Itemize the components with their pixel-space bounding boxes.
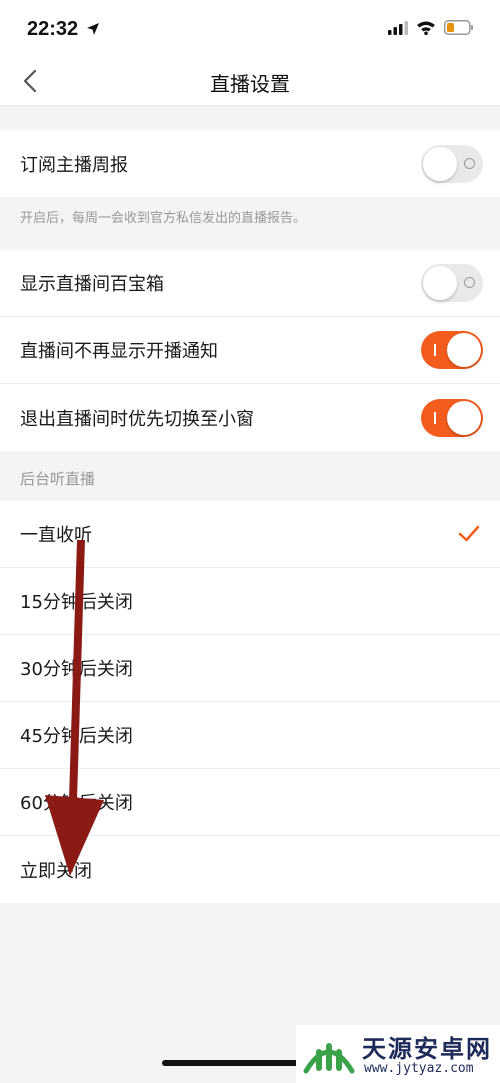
option-label: 30分钟后关闭	[20, 659, 133, 680]
checkmark-icon	[458, 525, 480, 547]
weekly-report-section: 订阅主播周报	[0, 130, 500, 197]
option-60min[interactable]: 60分钟后关闭	[0, 769, 500, 836]
weekly-report-row: 订阅主播周报	[0, 130, 500, 197]
option-label: 45分钟后关闭	[20, 726, 133, 747]
treasure-box-label: 显示直播间百宝箱	[20, 274, 164, 295]
watermark-url: www.jytyaz.com	[364, 1061, 474, 1076]
mini-window-toggle[interactable]	[421, 398, 483, 437]
hide-live-notice-toggle[interactable]	[421, 331, 483, 369]
option-45min[interactable]: 45分钟后关闭	[0, 702, 500, 769]
page-title: 直播设置	[210, 72, 290, 96]
option-label: 立即关闭	[20, 860, 92, 882]
option-15min[interactable]: 15分钟后关闭	[0, 568, 500, 635]
status-icons	[388, 20, 474, 39]
mini-window-label: 退出直播间时优先切换至小窗	[20, 408, 254, 430]
option-close-now[interactable]: 立即关闭	[0, 836, 500, 903]
watermark-logo-icon	[302, 1031, 356, 1081]
hide-live-notice-row: 直播间不再显示开播通知	[0, 317, 500, 384]
option-label: 60分钟后关闭	[20, 793, 133, 814]
hide-live-notice-label: 直播间不再显示开播通知	[20, 341, 218, 362]
battery-low-icon	[444, 20, 474, 39]
watermark: 天源安卓网 www.jytyaz.com	[296, 1025, 500, 1083]
location-arrow-icon	[86, 21, 100, 40]
weekly-report-label: 订阅主播周报	[20, 154, 128, 176]
cellular-signal-icon	[388, 20, 408, 39]
treasure-box-toggle[interactable]	[421, 264, 483, 302]
weekly-report-hint: 开启后，每周一会收到官方私信发出的直播报告。	[20, 211, 307, 226]
background-listen-options: 一直收听 15分钟后关闭 30分钟后关闭 45分钟后关闭 60分钟后关闭 立即关…	[0, 501, 500, 903]
mini-window-row: 退出直播间时优先切换至小窗	[0, 384, 500, 451]
option-label: 15分钟后关闭	[20, 592, 133, 613]
watermark-name: 天源安卓网	[362, 1035, 492, 1063]
nav-bar: 直播设置	[0, 58, 500, 106]
status-time: 22:32	[27, 18, 79, 40]
live-room-settings-section: 显示直播间百宝箱 直播间不再显示开播通知 退出直播间时优先切换至小窗	[0, 250, 500, 451]
weekly-report-toggle[interactable]	[421, 144, 483, 183]
background-listen-title: 后台听直播	[20, 470, 96, 488]
option-always[interactable]: 一直收听	[0, 501, 500, 568]
option-30min[interactable]: 30分钟后关闭	[0, 635, 500, 702]
option-label: 一直收听	[20, 525, 92, 546]
treasure-box-row: 显示直播间百宝箱	[0, 250, 500, 317]
wifi-icon	[416, 20, 436, 39]
status-bar: 22:32	[0, 0, 500, 58]
